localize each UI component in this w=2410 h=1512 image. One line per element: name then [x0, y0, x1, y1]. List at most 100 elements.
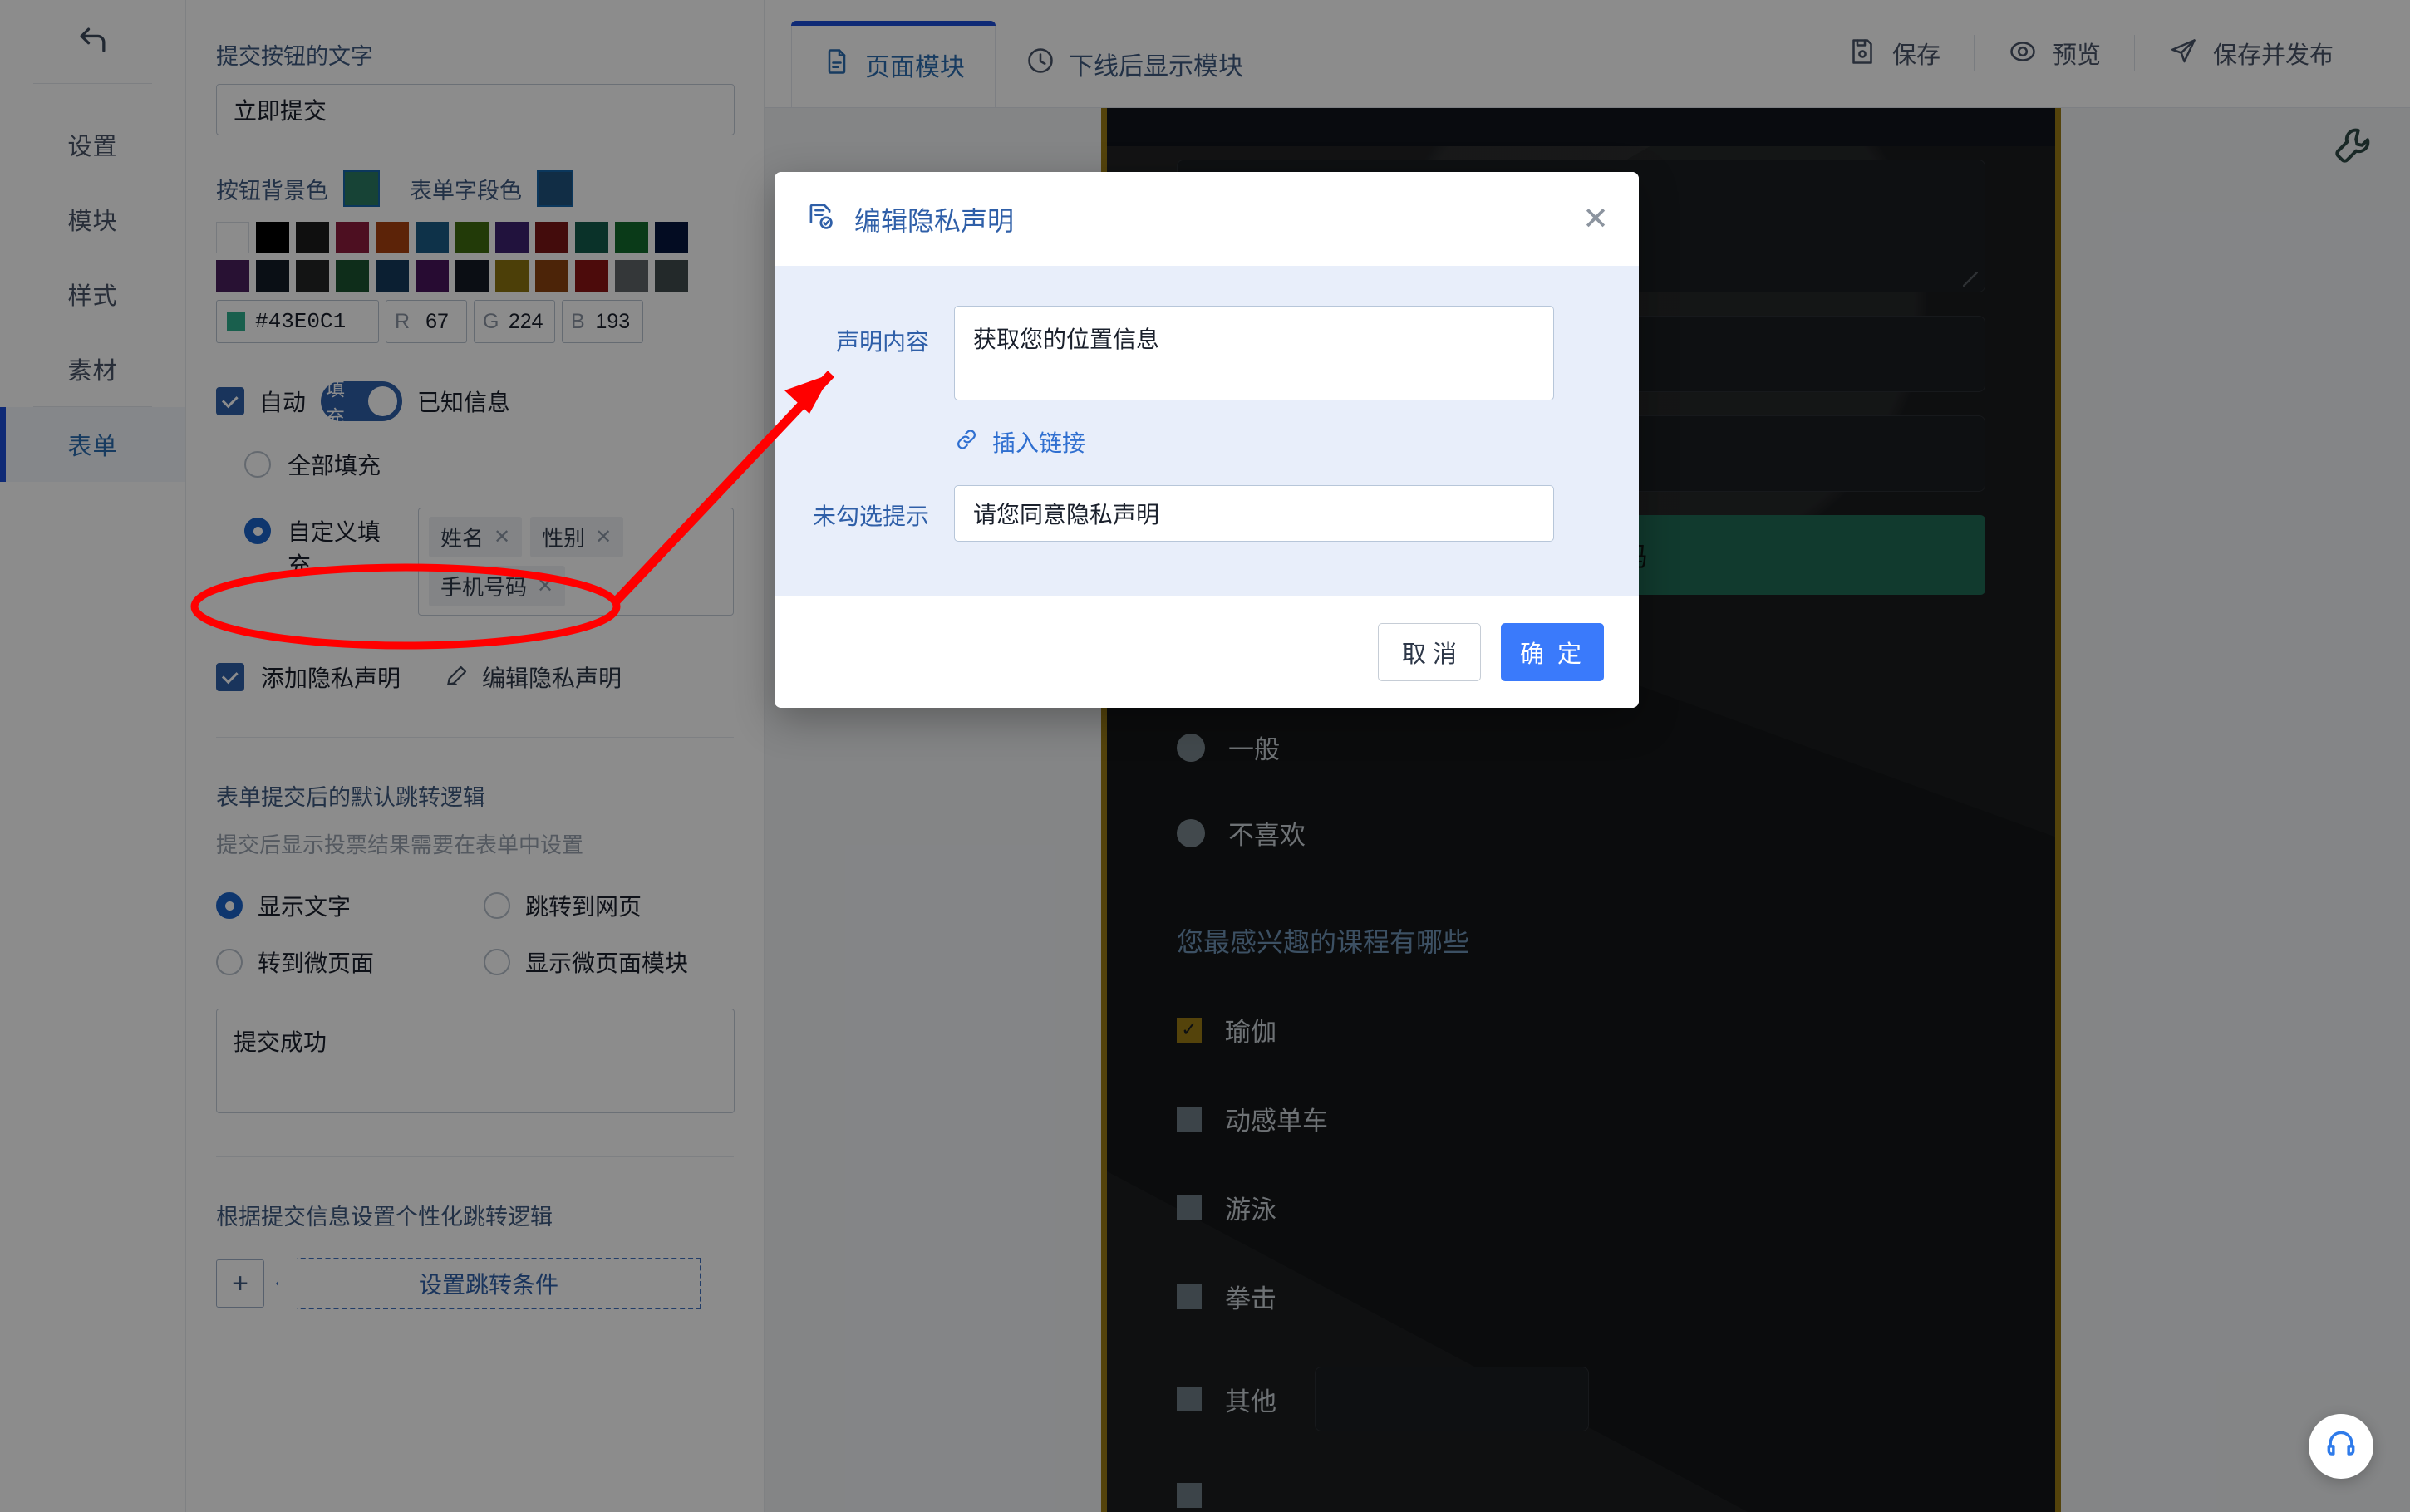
privacy-statement-checkbox-row[interactable]: 添加隐私声明 编辑隐私声明 [216, 660, 734, 694]
course-checkbox-boxing[interactable] [1177, 1284, 1202, 1309]
color-swatch[interactable] [495, 260, 529, 292]
course-option-boxing[interactable]: 拳击 [1177, 1278, 1985, 1315]
color-swatch[interactable] [535, 260, 568, 292]
jump-option-show-text[interactable]: 显示文字 [216, 889, 484, 922]
sidebar-item-form[interactable]: 表单 [0, 407, 185, 482]
color-swatch[interactable] [216, 222, 249, 253]
fill-field-tag[interactable]: 姓名 ✕ [428, 517, 523, 557]
support-button[interactable] [2309, 1414, 2373, 1479]
sidebar-item-settings[interactable]: 设置 [0, 107, 185, 182]
save-and-publish-button[interactable]: 保存并发布 [2135, 36, 2367, 71]
close-icon[interactable]: ✕ [595, 525, 612, 549]
jump-option-open-webpage-radio[interactable] [484, 892, 510, 919]
fill-option-all[interactable]: 全部填充 [244, 448, 734, 481]
color-swatch[interactable] [615, 260, 648, 292]
fill-field-tag[interactable]: 手机号码 ✕ [428, 566, 566, 606]
preview-button[interactable]: 预览 [1975, 36, 2134, 71]
color-swatch[interactable] [376, 260, 409, 292]
modal-tip-field[interactable]: 请您同意隐私声明 [954, 485, 1554, 542]
cancel-button[interactable]: 取 消 [1378, 622, 1481, 681]
jump-option-micropage[interactable]: 转到微页面 [216, 945, 484, 979]
red-input[interactable]: R 67 [386, 300, 467, 343]
fill-field-tag-label: 姓名 [440, 526, 484, 551]
modal-content-field[interactable]: 获取您的位置信息 [954, 306, 1554, 400]
rating-radio-neutral[interactable] [1177, 733, 1205, 762]
rating-radio-dislike[interactable] [1177, 818, 1205, 847]
button-bg-swatch[interactable] [343, 170, 380, 207]
tab-offline-modules[interactable]: 下线后显示模块 [996, 21, 1273, 107]
color-swatch[interactable] [655, 222, 688, 253]
success-message-textarea[interactable]: 提交成功 [216, 1009, 735, 1113]
close-icon[interactable]: ✕ [1582, 204, 1609, 235]
confirm-button[interactable]: 确 定 [1501, 622, 1604, 681]
color-swatch[interactable] [296, 260, 329, 292]
jump-option-micropage-radio[interactable] [216, 949, 243, 975]
course-option-other[interactable]: 其他 [1177, 1367, 1985, 1431]
color-swatch[interactable] [256, 222, 289, 253]
rating-option-neutral[interactable]: 一般 [1177, 729, 1985, 766]
close-icon[interactable]: ✕ [494, 525, 510, 549]
color-swatch[interactable] [575, 260, 608, 292]
add-condition-button[interactable]: + [216, 1259, 264, 1308]
course-checkbox-spinning[interactable] [1177, 1106, 1202, 1132]
color-swatch[interactable] [575, 222, 608, 253]
course-checkbox-extra[interactable] [1177, 1483, 1202, 1508]
rating-option-dislike[interactable]: 不喜欢 [1177, 814, 1985, 852]
tab-page-modules[interactable]: 页面模块 [791, 21, 996, 107]
course-option-swimming[interactable]: 游泳 [1177, 1189, 1985, 1226]
privacy-statement-checkbox[interactable] [216, 663, 244, 691]
green-key: G [483, 309, 499, 333]
color-swatch[interactable] [535, 222, 568, 253]
blue-input[interactable]: B 193 [562, 300, 643, 343]
color-swatch[interactable] [296, 222, 329, 253]
jump-option-micropage-module-radio[interactable] [484, 949, 510, 975]
autofill-toggle[interactable]: 填充 [321, 378, 403, 428]
headset-icon [2323, 1426, 2359, 1467]
course-option-spinning[interactable]: 动感单车 [1177, 1100, 1985, 1137]
color-swatch[interactable] [655, 260, 688, 292]
sidebar-item-label: 表单 [67, 434, 118, 460]
autofill-checkbox[interactable] [216, 387, 244, 415]
color-swatch[interactable] [416, 260, 449, 292]
color-swatch[interactable] [495, 222, 529, 253]
color-swatch[interactable] [455, 222, 489, 253]
course-checkbox-yoga[interactable] [1177, 1017, 1202, 1043]
fill-all-radio[interactable] [244, 451, 271, 478]
submit-text-input[interactable]: 立即提交 [216, 84, 735, 135]
course-other-input[interactable] [1315, 1367, 1589, 1431]
field-color-swatch[interactable] [537, 170, 573, 207]
jump-option-show-text-radio[interactable] [216, 892, 243, 919]
jump-option-open-webpage[interactable]: 跳转到网页 [484, 889, 751, 922]
insert-link-button[interactable]: 插入链接 [954, 425, 1606, 459]
color-swatch[interactable] [455, 260, 489, 292]
panel-divider-2 [216, 1156, 734, 1157]
sidebar-item-style[interactable]: 样式 [0, 257, 185, 331]
hex-input[interactable]: #43E0C1 [216, 300, 379, 343]
course-option-extra[interactable] [1177, 1483, 1985, 1508]
set-jump-condition-button[interactable]: 设置跳转条件 [276, 1258, 701, 1309]
fill-option-custom[interactable]: 自定义填充 姓名 ✕ 性别 ✕ 手机号码 ✕ [244, 508, 734, 616]
jump-option-micropage-module[interactable]: 显示微页面模块 [484, 945, 751, 979]
color-swatch[interactable] [615, 222, 648, 253]
sidebar-item-material[interactable]: 素材 [0, 331, 185, 406]
color-swatch[interactable] [336, 260, 369, 292]
edit-privacy-statement-button[interactable]: 编辑隐私声明 [444, 660, 622, 694]
save-button[interactable]: 保存 [1814, 36, 1974, 71]
color-swatch-grid[interactable] [216, 222, 734, 292]
color-swatch[interactable] [376, 222, 409, 253]
color-swatch[interactable] [256, 260, 289, 292]
wrench-icon[interactable] [2332, 125, 2373, 170]
sidebar-item-modules[interactable]: 模块 [0, 182, 185, 257]
course-option-yoga[interactable]: 瑜伽 [1177, 1011, 1985, 1048]
color-swatch[interactable] [416, 222, 449, 253]
course-checkbox-other[interactable] [1177, 1387, 1202, 1411]
fill-custom-radio[interactable] [244, 518, 271, 544]
fill-field-tags[interactable]: 姓名 ✕ 性别 ✕ 手机号码 ✕ [417, 508, 734, 616]
back-button[interactable] [0, 0, 185, 83]
color-swatch[interactable] [216, 260, 249, 292]
color-swatch[interactable] [336, 222, 369, 253]
course-checkbox-swimming[interactable] [1177, 1195, 1202, 1220]
close-icon[interactable]: ✕ [537, 574, 553, 598]
green-input[interactable]: G 224 [474, 300, 555, 343]
fill-field-tag[interactable]: 性别 ✕ [530, 517, 624, 557]
